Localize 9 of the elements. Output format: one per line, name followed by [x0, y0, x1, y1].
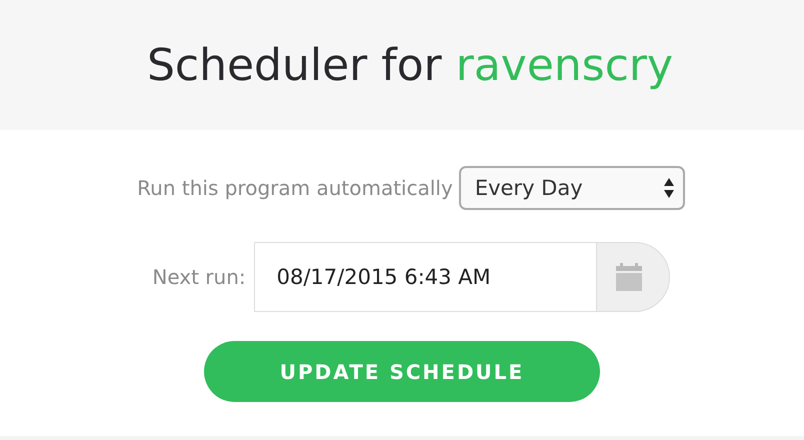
up-down-arrows-icon — [662, 177, 675, 199]
frequency-label: Run this program automatically — [137, 176, 453, 200]
page-title: Scheduler for — [146, 40, 442, 90]
calendar-icon — [616, 263, 642, 291]
next-run-label: Next run: — [152, 265, 246, 289]
calendar-button[interactable] — [596, 242, 670, 312]
date-time-field[interactable]: 08/17/2015 6:43 AM — [254, 242, 596, 312]
program-name: ravenscry — [456, 40, 674, 90]
frequency-select[interactable]: Every Day — [458, 166, 685, 210]
